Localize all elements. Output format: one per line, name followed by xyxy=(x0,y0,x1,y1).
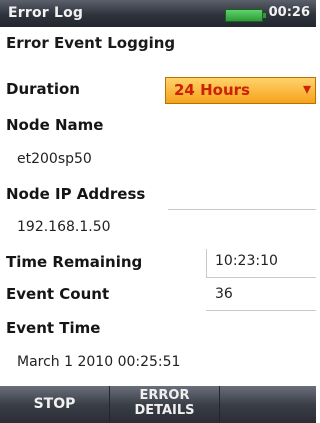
time-remaining-value: 10:23:10 xyxy=(215,253,278,269)
page-heading: Error Event Logging xyxy=(6,34,176,52)
battery-icon xyxy=(225,9,266,22)
event-count-value: 36 xyxy=(215,286,233,302)
title-bar: Error Log 00:26 xyxy=(0,0,316,27)
node-ip-value: 192.168.1.50 xyxy=(17,219,111,235)
time-remaining-label: Time Remaining xyxy=(6,253,143,271)
event-time-label: Event Time xyxy=(6,319,101,337)
event-time-value: March 1 2010 00:25:51 xyxy=(17,354,181,370)
error-details-label-line1: ERROR xyxy=(139,388,190,403)
duration-selected-value: 24 Hours xyxy=(174,81,250,99)
window-title: Error Log xyxy=(8,5,84,21)
error-details-button[interactable]: ERROR DETAILS xyxy=(110,386,220,423)
chevron-down-icon: ▾ xyxy=(302,79,311,98)
empty-softkey[interactable] xyxy=(220,386,316,423)
clock: 00:26 xyxy=(268,5,310,20)
time-remaining-field-bottom xyxy=(206,277,316,278)
duration-dropdown[interactable]: 24 Hours ▾ xyxy=(165,77,316,104)
time-remaining-field-border xyxy=(206,249,207,277)
event-count-field-bottom xyxy=(206,310,316,311)
duration-label: Duration xyxy=(6,80,80,98)
node-name-label: Node Name xyxy=(6,116,104,134)
stop-button-label: STOP xyxy=(33,396,76,412)
error-details-label-line2: DETAILS xyxy=(134,403,195,418)
node-ip-field-top-line xyxy=(168,209,316,210)
node-ip-label: Node IP Address xyxy=(6,185,146,203)
stop-button[interactable]: STOP xyxy=(0,386,110,423)
error-log-screen: Error Log 00:26 Error Event Logging Dura… xyxy=(0,0,316,423)
softkey-bar: STOP ERROR DETAILS xyxy=(0,386,316,423)
event-count-label: Event Count xyxy=(6,285,110,303)
node-name-value: et200sp50 xyxy=(17,151,92,167)
